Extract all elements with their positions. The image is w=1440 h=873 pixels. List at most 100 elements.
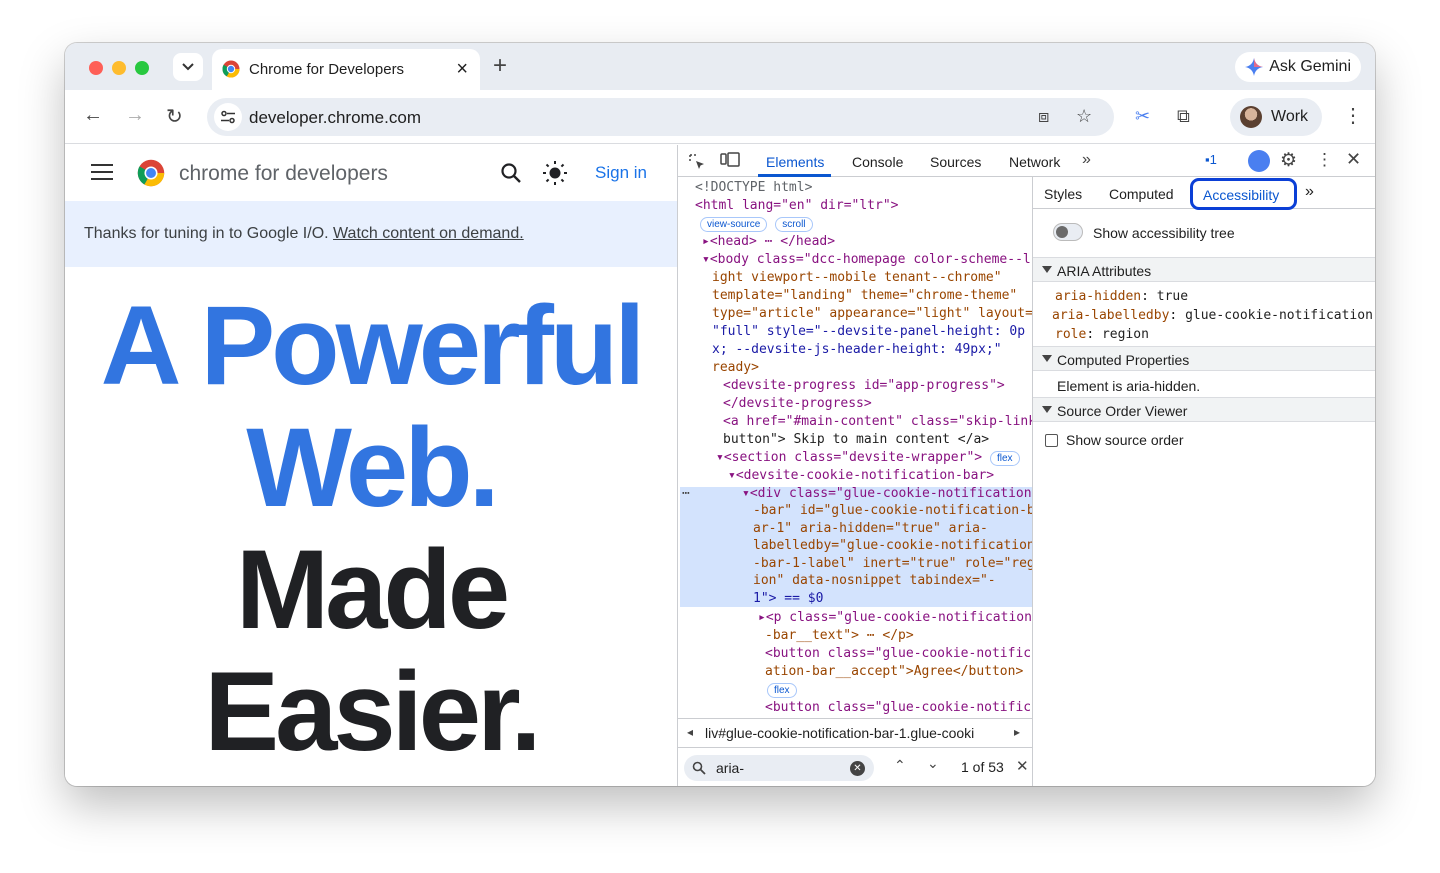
expand-triangle-icon[interactable]: ▸ — [702, 234, 710, 249]
extensions-icon[interactable]: ⧉ — [1177, 106, 1190, 127]
chrome-logo-icon — [137, 159, 165, 187]
settings-gear-icon[interactable]: ⚙ — [1280, 149, 1297, 172]
dom-search-input[interactable]: aria- ✕ — [684, 755, 874, 781]
tab-search-button[interactable] — [173, 53, 203, 81]
site-info-icon[interactable] — [214, 103, 242, 131]
dom-line[interactable]: ▾<devsite-cookie-notification-bar> — [728, 467, 994, 485]
site-title[interactable]: chrome for developers — [179, 162, 388, 186]
devtools-menu-kebab-icon[interactable]: ⋮ — [1316, 150, 1333, 170]
view-source-pill[interactable]: view-source — [700, 217, 768, 232]
search-icon[interactable] — [500, 162, 522, 184]
flex-pill[interactable]: flex — [767, 683, 797, 698]
forward-icon[interactable]: → — [125, 104, 145, 127]
dom-line-selected[interactable]: -bar-1-label" inert="true" role="reg — [753, 555, 1032, 573]
dom-line[interactable]: ▾<body class="dcc-homepage color-scheme-… — [702, 251, 1031, 269]
breadcrumb-left-icon[interactable]: ◂ — [687, 725, 693, 739]
theme-toggle-sun-icon[interactable] — [542, 160, 568, 186]
computed-properties-header[interactable]: Computed Properties — [1033, 346, 1375, 371]
show-accessibility-tree-toggle[interactable] — [1053, 223, 1083, 241]
dom-line[interactable]: <a href="#main-content" class="skip-link — [723, 413, 1032, 431]
close-search-icon[interactable]: ✕ — [1016, 757, 1029, 775]
tab-network[interactable]: Network — [1009, 154, 1060, 170]
dom-line-selected[interactable]: ar-1" aria-hidden="true" aria- — [753, 520, 988, 538]
dom-line[interactable]: ight viewport--mobile tenant--chrome" — [712, 269, 1002, 287]
collapse-triangle-icon[interactable]: ▾ — [702, 252, 710, 267]
bookmark-star-icon[interactable]: ☆ — [1076, 106, 1092, 127]
ai-assistance-icon[interactable] — [1248, 150, 1270, 172]
issues-counter[interactable]: ▪1 — [1205, 152, 1217, 167]
devtools-tabbar: Elements Console Sources Network » ▪1 ⚙ … — [678, 145, 1375, 177]
tab-elements[interactable]: Elements — [766, 154, 824, 170]
close-tab-icon[interactable]: × — [456, 58, 468, 81]
dom-line-selected[interactable]: 1"> == $0 — [753, 590, 823, 608]
dom-line[interactable]: ▾<section class="devsite-wrapper"> flex — [716, 449, 1020, 467]
aria-attributes-header[interactable]: ARIA Attributes — [1033, 257, 1375, 282]
close-devtools-icon[interactable]: ✕ — [1346, 149, 1361, 170]
clear-search-icon[interactable]: ✕ — [850, 761, 865, 776]
dom-line[interactable]: "full" style="--devsite-panel-height: 0p — [712, 323, 1025, 341]
dom-line[interactable]: <devsite-progress id="app-progress"> — [723, 377, 1005, 395]
dom-line-selected[interactable]: ion" data-nosnippet tabindex="- — [753, 572, 996, 590]
search-next-icon[interactable]: ⌄ — [927, 755, 939, 772]
dom-line[interactable]: ▸<head> ⋯ </head> — [702, 233, 835, 251]
menu-kebab-icon[interactable]: ⋮ — [1343, 103, 1363, 128]
flex-pill[interactable]: flex — [989, 451, 1020, 466]
dom-line[interactable]: template="landing" theme="chrome-theme" — [712, 287, 1017, 305]
aria-attr-value: glue-cookie-notification-b — [1185, 308, 1375, 323]
device-toolbar-icon[interactable] — [720, 152, 740, 170]
tab-sources[interactable]: Sources — [930, 154, 981, 170]
show-source-order-checkbox[interactable] — [1045, 434, 1058, 447]
inspect-element-icon[interactable] — [688, 153, 706, 171]
browser-toolbar: ← → ↻ developer.chrome.com ⧈ ☆ ✂ ⧉ Work … — [65, 90, 1375, 144]
dom-line-selected[interactable]: -bar" id="glue-cookie-notification-b — [753, 502, 1032, 520]
close-window-button[interactable] — [89, 61, 103, 75]
aria-attr-row: aria-hidden: true — [1055, 289, 1188, 304]
dom-line[interactable]: ation-bar__accept">Agree</button> — [765, 663, 1023, 681]
dom-line[interactable]: ▸<p class="glue-cookie-notification — [758, 609, 1032, 627]
install-app-icon[interactable]: ⧈ — [1038, 106, 1049, 127]
dom-line[interactable]: <button class="glue-cookie-notific — [765, 645, 1031, 663]
tab-styles[interactable]: Styles — [1044, 186, 1082, 202]
announcement-banner: Thanks for tuning in to Google I/O. Watc… — [65, 201, 677, 267]
hamburger-menu-icon[interactable] — [91, 164, 113, 180]
minimize-window-button[interactable] — [112, 61, 126, 75]
dom-line-text: <section class="devsite-wrapper"> — [723, 450, 983, 465]
back-icon[interactable]: ← — [83, 104, 103, 127]
more-side-tabs-chevron-icon[interactable]: » — [1305, 183, 1314, 201]
address-bar[interactable]: developer.chrome.com ⧈ ☆ — [207, 98, 1114, 136]
collapse-triangle-icon[interactable]: ▾ — [728, 468, 736, 483]
breadcrumb-text[interactable]: liv#glue-cookie-notification-bar-1.glue-… — [705, 725, 1005, 741]
collapse-triangle-icon[interactable]: ▾ — [742, 486, 750, 501]
dom-line[interactable]: -bar__text"> ⋯ </p> — [765, 627, 914, 645]
dom-line[interactable]: <!DOCTYPE html> — [695, 179, 812, 197]
collapse-triangle-icon[interactable]: ▾ — [716, 450, 724, 465]
profile-button[interactable]: Work — [1230, 98, 1322, 136]
watch-content-link[interactable]: Watch content on demand. — [333, 225, 524, 242]
search-prev-icon[interactable]: ⌃ — [894, 757, 906, 774]
dom-line[interactable]: type="article" appearance="light" layout… — [712, 305, 1032, 323]
expand-triangle-icon[interactable]: ▸ — [758, 610, 766, 625]
reload-icon[interactable]: ↻ — [166, 104, 183, 129]
dom-line-selected[interactable]: labelledby="glue-cookie-notification — [753, 537, 1032, 555]
tab-console[interactable]: Console — [852, 154, 903, 170]
source-order-viewer-header[interactable]: Source Order Viewer — [1033, 397, 1375, 422]
tab-chrome-for-developers[interactable]: Chrome for Developers × — [212, 49, 480, 90]
node-actions-ellipsis-icon[interactable]: ⋯ — [682, 485, 690, 503]
tab-computed[interactable]: Computed — [1109, 186, 1174, 202]
breadcrumb-right-icon[interactable]: ▸ — [1014, 725, 1020, 739]
dom-line-selected[interactable]: ▾<div class="glue-cookie-notification — [742, 485, 1032, 503]
tab-accessibility[interactable]: Accessibility — [1190, 178, 1297, 210]
cut-icon[interactable]: ✂ — [1135, 106, 1150, 127]
sign-in-link[interactable]: Sign in — [595, 163, 647, 183]
dom-line[interactable]: ready> — [712, 359, 759, 377]
ask-gemini-button[interactable]: Ask Gemini — [1235, 52, 1361, 82]
dom-line[interactable]: button"> Skip to main content </a> — [723, 431, 989, 449]
dom-line[interactable]: <html lang="en" dir="ltr"> — [695, 197, 899, 215]
dom-line[interactable]: </devsite-progress> — [723, 395, 872, 413]
zoom-window-button[interactable] — [135, 61, 149, 75]
dom-line[interactable]: x; --devsite-js-header-height: 49px;" — [712, 341, 1002, 359]
more-tabs-chevron-icon[interactable]: » — [1082, 151, 1091, 169]
scroll-pill[interactable]: scroll — [775, 217, 813, 232]
new-tab-button[interactable]: + — [493, 52, 507, 80]
dom-line[interactable]: <button class="glue-cookie-notific — [765, 699, 1031, 717]
